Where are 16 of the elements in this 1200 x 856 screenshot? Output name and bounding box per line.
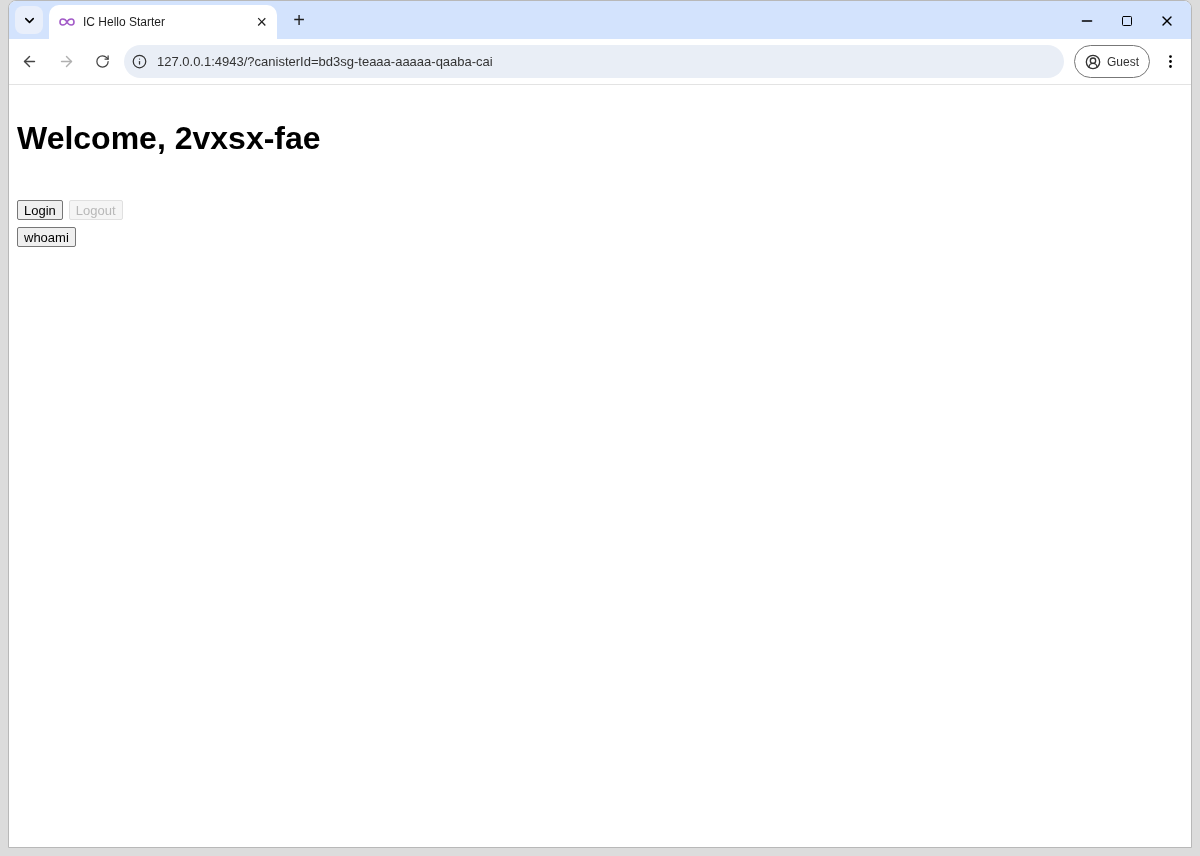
address-bar[interactable]: 127.0.0.1:4943/?canisterId=bd3sg-teaaa-aaaaa-qaaba-cai [124,45,1064,78]
page-heading: Welcome, 2vxsx-fae [17,119,322,158]
infinity-logo-icon [59,17,75,27]
info-icon[interactable] [132,54,147,69]
tab-search-button[interactable] [15,6,43,34]
back-arrow-icon[interactable] [21,53,38,70]
user-icon [1085,53,1101,70]
browser-tab[interactable]: IC Hello Starter × [49,5,277,39]
page-button[interactable]: Login [17,200,63,220]
tab-close-button[interactable]: × [256,13,267,31]
new-tab-button[interactable]: + [287,8,311,32]
maximize-icon[interactable] [1121,15,1133,27]
page-button[interactable]: whoami [17,227,76,247]
reload-icon[interactable] [95,54,110,69]
url-text: 127.0.0.1:4943/?canisterId=bd3sg-teaaa-aaaaa-qaaba-cai [157,52,493,71]
tab-title: IC Hello Starter [83,14,167,31]
